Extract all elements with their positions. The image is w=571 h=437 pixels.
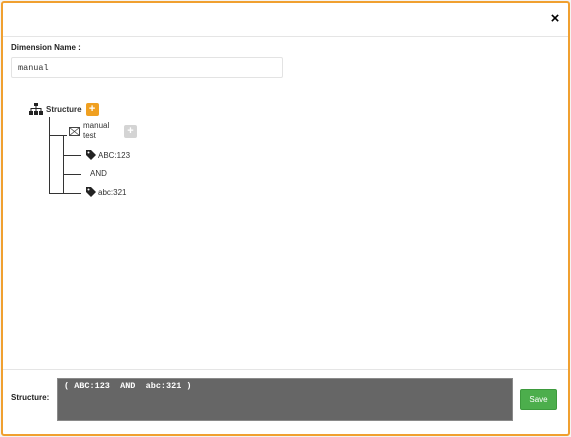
tree-root-label: Structure: [46, 104, 82, 114]
group-node: manual test +: [69, 121, 137, 141]
dialog-header: ×: [3, 3, 568, 37]
save-button[interactable]: Save: [520, 389, 557, 410]
tree-connector: [63, 136, 64, 193]
tag-icon: [86, 186, 96, 197]
condition-label: abc:321: [98, 188, 127, 197]
add-node-button[interactable]: +: [85, 102, 99, 116]
group-icon: [69, 127, 80, 136]
operator-item[interactable]: AND: [90, 169, 107, 178]
group-label: manual test: [83, 121, 110, 140]
add-child-button[interactable]: +: [124, 125, 137, 138]
structure-expression: ( ABC:123 AND abc:321 ): [57, 378, 513, 421]
structure-label: Structure:: [11, 393, 50, 402]
tree-connector: [63, 174, 81, 175]
tag-icon: [86, 149, 96, 160]
condition-item[interactable]: ABC:123: [86, 149, 130, 160]
close-icon[interactable]: ×: [548, 11, 562, 27]
tree-connector: [49, 135, 67, 136]
tree-connector: [49, 117, 50, 193]
condition-label: ABC:123: [98, 151, 131, 160]
tree-root: Structure +: [29, 102, 99, 116]
condition-item[interactable]: abc:321: [86, 186, 126, 197]
dimension-name-label: Dimension Name :: [11, 43, 81, 52]
tree-connector: [63, 155, 81, 156]
dimension-name-input[interactable]: [11, 57, 283, 78]
sitemap-icon: [29, 103, 43, 115]
tree-connector: [49, 193, 81, 194]
